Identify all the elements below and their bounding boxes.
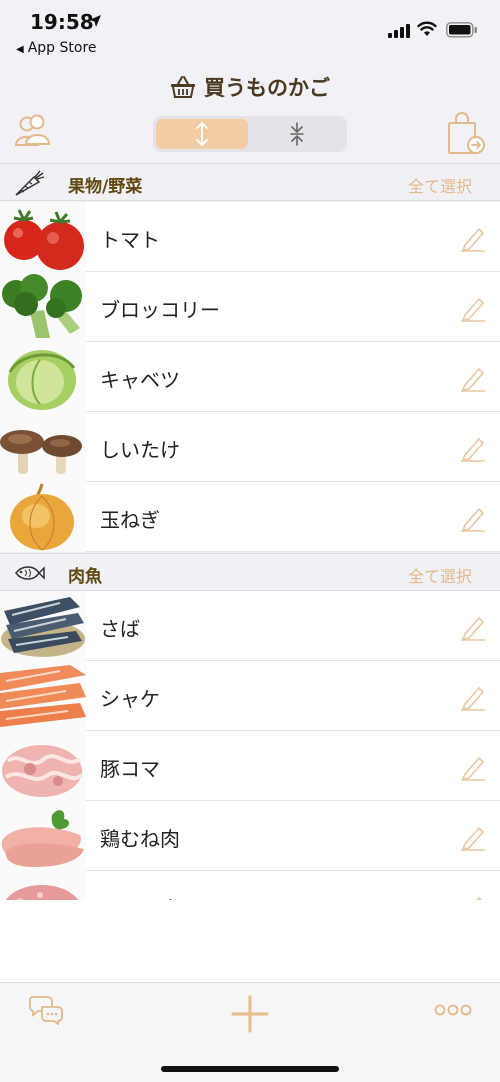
pencil-icon[interactable] — [460, 224, 486, 252]
status-bar: 19:58 ◀ App Store — [0, 0, 500, 60]
salmon-image — [0, 661, 86, 731]
section-title: 果物/野菜 — [68, 177, 143, 197]
back-to-app-store-link[interactable]: ◀ App Store — [16, 40, 97, 56]
list-item[interactable]: さば — [0, 591, 500, 661]
pencil-icon[interactable] — [460, 504, 486, 532]
item-label: しいたけ — [100, 438, 180, 462]
cabbage-image — [0, 342, 86, 412]
list-item[interactable]: トマト — [0, 202, 500, 272]
collapse-segment[interactable] — [251, 119, 343, 149]
wifi-icon — [417, 21, 437, 36]
list-item[interactable]: 鶏むね肉 — [0, 801, 500, 871]
list-item[interactable]: 玉ねぎ — [0, 482, 500, 552]
select-all-button[interactable]: 全て選択 — [408, 173, 472, 197]
item-label: キャベツ — [100, 368, 180, 392]
list-bottom-blank — [0, 900, 500, 982]
shopping-bag-checkout-icon[interactable] — [446, 112, 486, 156]
status-time: 19:58 — [30, 10, 94, 34]
pencil-icon[interactable] — [460, 753, 486, 781]
nav-title-bar: 買うものかご — [0, 72, 500, 102]
list-item[interactable]: キャベツ — [0, 342, 500, 412]
add-icon[interactable] — [231, 995, 269, 1033]
shiitake-image — [0, 412, 86, 482]
section-title: 肉魚 — [68, 567, 102, 587]
expand-arrows-icon — [196, 121, 208, 147]
chat-bubbles-icon[interactable] — [28, 993, 64, 1025]
more-options-icon[interactable] — [434, 1003, 472, 1017]
select-all-button[interactable]: 全て選択 — [408, 563, 472, 587]
chicken-breast-image — [0, 801, 86, 871]
collapse-arrows-icon — [290, 122, 304, 146]
pencil-icon[interactable] — [460, 364, 486, 392]
pencil-icon[interactable] — [460, 294, 486, 322]
back-app-label: App Store — [27, 40, 97, 56]
onion-image — [0, 482, 86, 552]
item-label: シャケ — [100, 687, 160, 711]
item-label: ブロッコリー — [100, 298, 220, 322]
location-arrow-icon — [89, 15, 101, 27]
back-triangle-icon: ◀ — [16, 44, 24, 55]
expand-segment[interactable] — [156, 119, 248, 149]
pencil-icon[interactable] — [460, 823, 486, 851]
item-label: 鶏むね肉 — [100, 827, 180, 851]
section-header-vegetables: 果物/野菜 全て選択 — [0, 163, 500, 201]
item-label: さば — [100, 617, 140, 641]
cellular-signal-icon — [388, 24, 410, 38]
list-item[interactable]: ブロッコリー — [0, 272, 500, 342]
item-label: 豚コマ — [100, 757, 160, 781]
mackerel-image — [0, 591, 86, 661]
expand-collapse-segmented-control[interactable] — [153, 116, 347, 152]
tomato-image — [0, 202, 86, 272]
pencil-icon[interactable] — [460, 434, 486, 462]
section-header-meat-fish: 肉魚 全て選択 — [0, 553, 500, 591]
list-item[interactable]: シャケ — [0, 661, 500, 731]
basket-icon — [171, 76, 195, 98]
carrot-icon — [15, 170, 45, 196]
list-item[interactable]: しいたけ — [0, 412, 500, 482]
fish-icon — [15, 566, 45, 580]
battery-icon — [446, 22, 477, 38]
broccoli-image — [0, 272, 86, 342]
page-title: 買うものかご — [204, 76, 330, 100]
item-label: 玉ねぎ — [100, 508, 160, 532]
item-label: トマト — [100, 228, 160, 252]
pencil-icon[interactable] — [460, 683, 486, 711]
pencil-icon[interactable] — [460, 613, 486, 641]
home-indicator[interactable] — [161, 1066, 339, 1072]
people-icon[interactable] — [14, 112, 52, 150]
list-item[interactable]: 豚コマ — [0, 731, 500, 801]
pork-image — [0, 731, 86, 801]
